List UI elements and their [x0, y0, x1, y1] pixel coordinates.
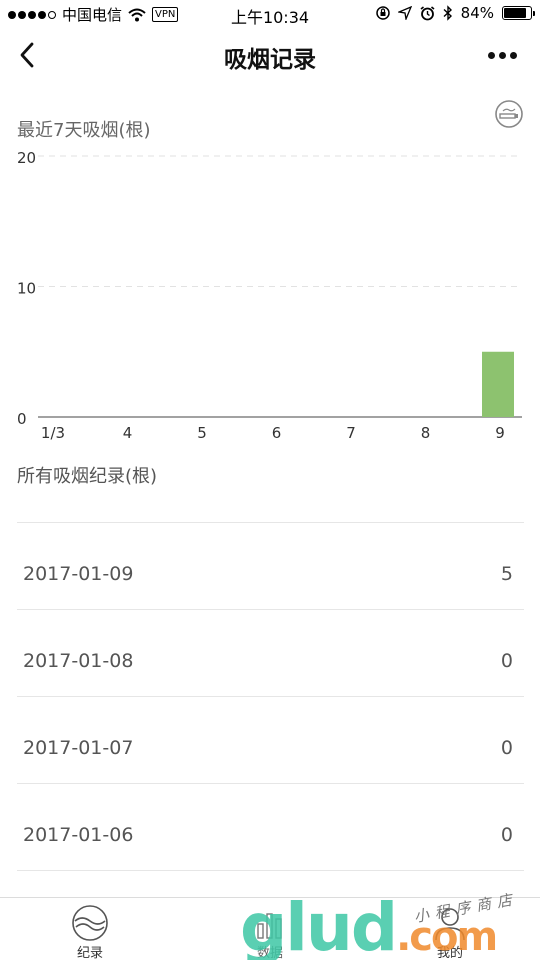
- record-date: 2017-01-07: [23, 737, 134, 759]
- nav-bar: 吸烟记录: [0, 28, 540, 84]
- tab-bar: 纪录 数据 我的: [0, 897, 540, 960]
- records-title: 所有吸烟纪录(根): [17, 466, 158, 487]
- x-tick-label: 9: [495, 424, 505, 442]
- chart-title: 最近7天吸烟(根): [17, 120, 151, 141]
- list-item[interactable]: 2017-01-08 0: [17, 609, 524, 696]
- rotation-lock-icon: [375, 6, 390, 20]
- x-tick-label: 4: [123, 424, 133, 442]
- record-count: 0: [500, 650, 513, 672]
- list-item[interactable]: 2017-01-09 5: [17, 522, 524, 609]
- weekly-bar-chart: 0 10 20 1/3 4 5 6 7 8 9: [0, 150, 540, 450]
- y-tick-label: 20: [17, 150, 36, 167]
- records-list: 2017-01-09 5 2017-01-08 0 2017-01-07 0 2…: [17, 522, 524, 957]
- ellipsis-icon: [488, 51, 495, 59]
- tab-label: 纪录: [76, 946, 103, 960]
- alarm-icon: [420, 5, 435, 20]
- x-tick-label: 5: [197, 424, 207, 442]
- record-count: 0: [500, 737, 513, 759]
- tab-records[interactable]: 纪录: [0, 898, 180, 960]
- x-tick-label: 1/3: [41, 424, 65, 442]
- user-icon: [435, 908, 465, 941]
- x-tick-label: 6: [272, 424, 282, 442]
- status-right: 84%: [375, 4, 535, 22]
- wave-circle-icon: [72, 905, 108, 941]
- x-tick-label: 8: [421, 424, 431, 442]
- x-tick-label: 7: [346, 424, 356, 442]
- location-icon: [397, 6, 412, 20]
- record-count: 0: [500, 824, 513, 846]
- battery-percent: 84%: [460, 4, 494, 22]
- bar-chart-icon: [257, 913, 282, 939]
- record-date: 2017-01-09: [23, 563, 134, 585]
- list-item[interactable]: 2017-01-07 0: [17, 696, 524, 783]
- cigarette-icon: [495, 100, 523, 128]
- chart-bar: [482, 351, 514, 417]
- bluetooth-icon: [443, 5, 452, 21]
- battery-icon: [502, 6, 535, 20]
- tab-label: 我的: [436, 946, 463, 960]
- tab-mine[interactable]: 我的: [360, 898, 540, 960]
- cigarette-button[interactable]: [494, 99, 524, 129]
- tab-label: 数据: [256, 946, 283, 960]
- chart-svg: 0 10 20 1/3 4 5 6 7 8 9: [17, 150, 522, 442]
- page-title: 吸烟记录: [224, 47, 316, 73]
- y-tick-label: 0: [17, 410, 27, 428]
- status-bar: 中国电信 VPN 上午10:34 84%: [0, 0, 540, 28]
- list-item[interactable]: 2017-01-06 0: [17, 783, 524, 870]
- tab-data[interactable]: 数据: [180, 898, 360, 960]
- record-date: 2017-01-08: [23, 650, 134, 672]
- y-tick-label: 10: [17, 280, 36, 298]
- battery-fill: [504, 8, 526, 18]
- record-count: 5: [500, 563, 513, 585]
- more-button[interactable]: [488, 48, 520, 62]
- record-date: 2017-01-06: [23, 824, 134, 846]
